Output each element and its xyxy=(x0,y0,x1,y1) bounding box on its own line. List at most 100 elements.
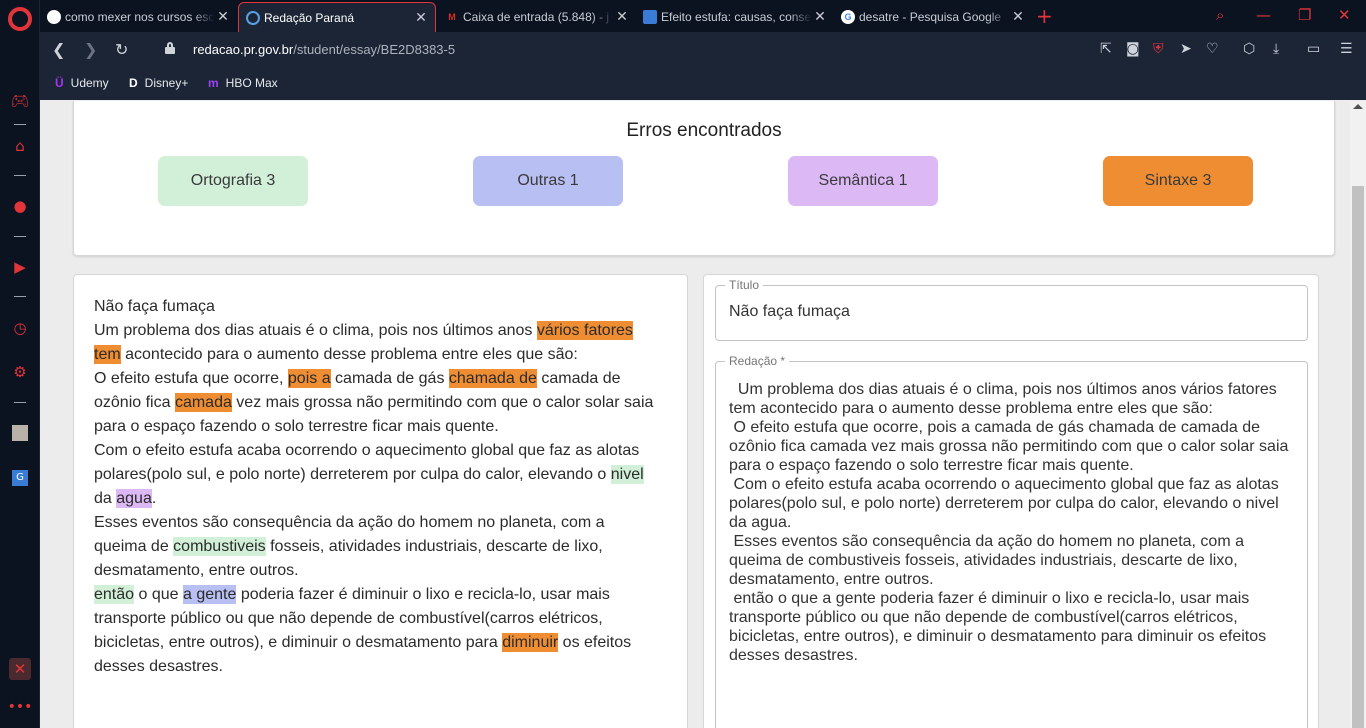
close-tab-icon[interactable]: ✕ xyxy=(413,10,429,26)
url-field[interactable]: redacao.pr.gov.br/student/essay/BE2D8383… xyxy=(193,42,455,57)
gmail-favicon-icon: M xyxy=(448,12,456,22)
tools-icon[interactable]: ✕ xyxy=(9,658,31,680)
translate-icon[interactable]: G xyxy=(12,470,28,486)
scroll-up-arrow-icon[interactable] xyxy=(1353,104,1363,109)
title-field[interactable]: Título Não faça fumaça xyxy=(715,278,1308,341)
highlighted-error[interactable]: chamada de xyxy=(448,369,537,388)
tab-label: Caixa de entrada (5.848) - j xyxy=(463,10,610,24)
annotated-essay-card: Não faça fumaça Um problema dos dias atua… xyxy=(73,274,688,728)
highlighted-error[interactable]: diminuir xyxy=(502,633,559,652)
page-viewport: Erros encontrados Ortografia 3 Outras 1 … xyxy=(41,101,1350,728)
sidebar-divider xyxy=(14,402,26,403)
close-tab-icon[interactable]: ✕ xyxy=(614,9,630,25)
earth-favicon-icon xyxy=(643,10,657,24)
essay-paragraph: O efeito estufa que ocorre, pois a camad… xyxy=(94,367,659,439)
search-tabs-icon[interactable]: ⌕ xyxy=(1216,6,1224,24)
error-chip-ortografia[interactable]: Ortografia 3 xyxy=(158,156,308,206)
close-tab-icon[interactable]: ✕ xyxy=(812,9,828,25)
essay-field-label: Redação * xyxy=(725,354,790,368)
bookmark-label: HBO Max xyxy=(225,76,278,90)
bookmarks-bar: Ü Udemy D Disney+ m HBO Max xyxy=(40,68,1366,100)
sidebar-divider xyxy=(14,124,26,125)
easy-setup-icon[interactable]: ☰ xyxy=(1340,41,1353,57)
essay-text-segment: o que xyxy=(134,586,183,603)
highlighted-error[interactable]: camada xyxy=(174,393,232,412)
sidebar-divider xyxy=(14,175,26,176)
close-window-icon[interactable]: ✕ xyxy=(1338,6,1351,24)
whatsapp-icon[interactable]: ● xyxy=(11,197,29,215)
tab-label: Redação Paraná xyxy=(264,10,355,25)
essay-textarea-value: Um problema dos dias atuais é o clima, p… xyxy=(729,381,1289,664)
tab-strip: como mexer nos cursos esc ✕ Redação Para… xyxy=(40,0,1366,32)
settings-gear-icon[interactable]: ⚙ xyxy=(11,363,29,381)
highlighted-error[interactable]: nivel xyxy=(610,465,644,484)
sidebar-divider xyxy=(14,296,26,297)
essay-form-card: Título Não faça fumaça Redação * Um prob… xyxy=(703,274,1319,728)
new-tab-plus-icon[interactable]: + xyxy=(1036,4,1053,28)
essay-textarea[interactable]: Redação * Um problema dos dias atuais é … xyxy=(715,354,1308,728)
reload-icon[interactable]: ↻ xyxy=(115,40,128,59)
google-favicon-icon: G xyxy=(841,10,855,24)
forward-arrow-icon[interactable]: ❯ xyxy=(84,40,97,59)
disney-icon: D xyxy=(129,76,138,90)
highlighted-error[interactable]: a gente xyxy=(182,585,237,604)
player-icon[interactable]: ▶ xyxy=(11,258,29,276)
essay-text-segment: acontecido para o aumento desse problema… xyxy=(120,346,578,363)
adblock-shield-icon[interactable]: ⛨ xyxy=(1153,41,1164,57)
essay-text-segment: Não faça fumaça xyxy=(94,298,215,315)
url-path: /student/essay/BE2D8383-5 xyxy=(293,42,456,57)
gamepad-icon[interactable]: 🎮︎ xyxy=(10,92,29,110)
chat-bubble-favicon-icon xyxy=(246,10,260,25)
essay-text-segment: Com o efeito estufa acaba ocorrendo o aq… xyxy=(94,442,640,483)
tab-efeito-estufa[interactable]: Efeito estufa: causas, conse ✕ xyxy=(636,2,834,32)
essay-text-segment: Um problema dos dias atuais é o clima, p… xyxy=(94,322,537,339)
browser-sidebar: 🎮︎ ⌂ ● ▶ ◷ ⚙ G ✕ ••• xyxy=(0,0,40,728)
back-arrow-icon[interactable]: ❮ xyxy=(52,40,65,59)
close-tab-icon[interactable]: ✕ xyxy=(1010,9,1026,25)
lock-icon xyxy=(165,42,175,54)
hbo-max-icon: m xyxy=(208,76,219,90)
title-field-label: Título xyxy=(725,278,764,292)
errors-card: Erros encontrados Ortografia 3 Outras 1 … xyxy=(73,101,1335,256)
bag-icon[interactable]: ⌂ xyxy=(11,137,29,155)
history-clock-icon[interactable]: ◷ xyxy=(11,319,29,337)
cube-icon[interactable]: ⬡ xyxy=(1243,41,1255,57)
url-domain: redacao.pr.gov.br xyxy=(193,42,294,57)
essay-paragraph: Com o efeito estufa acaba ocorrendo o aq… xyxy=(94,439,659,511)
tab-label: como mexer nos cursos esc xyxy=(65,10,215,24)
highlighted-error[interactable]: agua xyxy=(116,489,152,508)
address-bar-row: ❮ ❯ ↻ redacao.pr.gov.br/student/essay/BE… xyxy=(40,32,1366,68)
heart-icon[interactable]: ♡ xyxy=(1206,41,1219,57)
highlighted-error[interactable]: pois a xyxy=(287,369,331,388)
extension-thumbnail-icon[interactable] xyxy=(12,425,28,441)
error-chip-sintaxe[interactable]: Sintaxe 3 xyxy=(1103,156,1253,206)
error-chip-semantica[interactable]: Semântica 1 xyxy=(788,156,938,206)
essay-text-segment: . xyxy=(151,490,157,507)
bookmark-disney[interactable]: D Disney+ xyxy=(129,76,188,90)
title-field-value: Não faça fumaça xyxy=(729,303,850,320)
essay-text-segment: O efeito estufa que ocorre, xyxy=(94,370,288,387)
restore-window-icon[interactable]: ❐ xyxy=(1298,6,1311,24)
error-chip-outras[interactable]: Outras 1 xyxy=(473,156,623,206)
close-tab-icon[interactable]: ✕ xyxy=(215,9,231,25)
opera-logo-icon[interactable] xyxy=(8,7,32,31)
scrollbar-thumb[interactable] xyxy=(1352,186,1364,728)
download-icon[interactable]: ⤓ xyxy=(1273,41,1279,57)
battery-icon[interactable]: ▭ xyxy=(1307,41,1320,57)
more-options-icon[interactable]: ••• xyxy=(8,698,33,716)
bookmark-udemy[interactable]: Ü Udemy xyxy=(55,76,109,90)
highlighted-error[interactable]: então xyxy=(94,585,135,604)
essay-paragraph: então o que a gente poderia fazer é dimi… xyxy=(94,583,659,679)
tab-redacao-parana[interactable]: Redação Paraná ✕ xyxy=(238,2,436,32)
highlighted-error[interactable]: combustiveis xyxy=(173,537,266,556)
send-icon[interactable]: ➤ xyxy=(1180,41,1192,57)
tab-cursos[interactable]: como mexer nos cursos esc ✕ xyxy=(40,2,237,32)
share-icon[interactable]: ⇱ xyxy=(1100,41,1112,57)
camera-icon[interactable]: ◙ xyxy=(1126,41,1140,57)
tab-google-search[interactable]: G desatre - Pesquisa Google ✕ xyxy=(834,2,1032,32)
minimize-window-icon[interactable]: — xyxy=(1256,6,1271,24)
essay-text-segment: camada de gás xyxy=(330,370,449,387)
tab-gmail[interactable]: M Caixa de entrada (5.848) - j ✕ xyxy=(438,2,636,32)
bookmark-label: Udemy xyxy=(70,76,109,90)
bookmark-hbo-max[interactable]: m HBO Max xyxy=(208,76,278,90)
